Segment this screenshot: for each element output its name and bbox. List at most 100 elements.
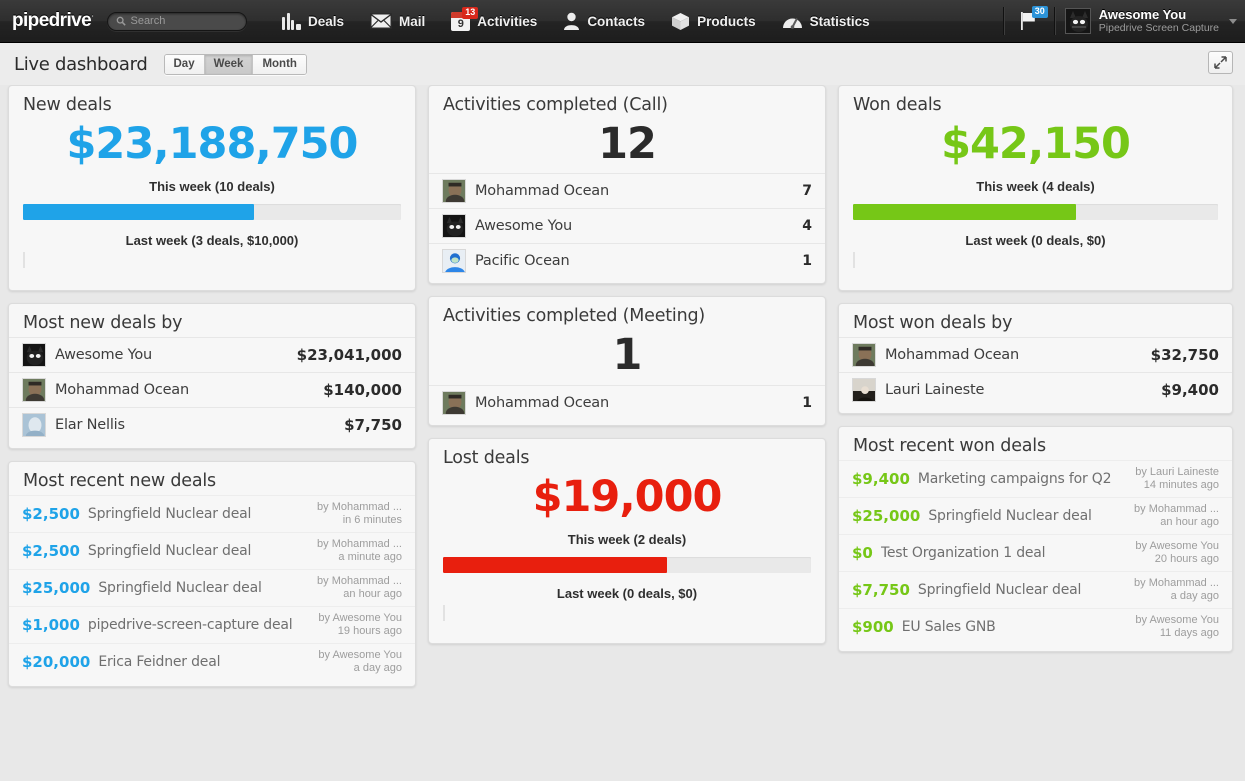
list-item[interactable]: $25,000 Springfield Nuclear deal by Moha… xyxy=(839,497,1232,534)
nav-item-statistics[interactable]: Statistics xyxy=(769,0,883,43)
nav-item-contacts[interactable]: Contacts xyxy=(550,0,658,43)
deal-meta: by Awesome You a day ago xyxy=(318,649,402,675)
new-deals-last-week-bar xyxy=(23,252,401,269)
panel-title-lost-deals: Lost deals xyxy=(443,447,530,468)
row-value: 7 xyxy=(802,183,812,200)
lost-deals-progress-bar xyxy=(443,557,811,574)
deal-amount: $900 xyxy=(852,618,894,637)
row-value: $7,750 xyxy=(344,416,402,435)
range-day[interactable]: Day xyxy=(164,54,205,74)
deal-time: 14 minutes ago xyxy=(1143,479,1219,492)
nav-label-statistics: Statistics xyxy=(809,13,870,29)
chevron-down-icon[interactable] xyxy=(1229,18,1237,24)
calendar-icon: 9 13 xyxy=(451,6,479,31)
deal-amount: $2,500 xyxy=(22,505,80,524)
row-name: Awesome You xyxy=(55,347,152,364)
nav-item-products[interactable]: Products xyxy=(658,0,769,43)
range-month[interactable]: Month xyxy=(253,54,306,74)
list-item[interactable]: $7,750 Springfield Nuclear deal by Moham… xyxy=(839,571,1232,608)
won-deals-progress-bar xyxy=(853,204,1218,221)
list-item[interactable]: $25,000 Springfield Nuclear deal by Moha… xyxy=(9,569,415,606)
deal-amount: $0 xyxy=(852,544,873,563)
deal-time: 20 hours ago xyxy=(1154,553,1219,566)
table-row[interactable]: Awesome You $23,041,000 xyxy=(9,337,415,372)
brand-tm: · xyxy=(91,10,94,21)
deal-title: Springfield Nuclear deal xyxy=(928,508,1092,525)
search-input[interactable]: Search xyxy=(107,11,248,31)
panel-title-most-new-deals-by: Most new deals by xyxy=(23,313,183,334)
man-avatar xyxy=(852,343,876,368)
deal-title: Springfield Nuclear deal xyxy=(917,582,1082,599)
nav-item-deals[interactable]: Deals xyxy=(269,0,357,43)
lost-deals-this-week: This week (2 deals) xyxy=(567,532,687,548)
row-name: Mohammad Ocean xyxy=(475,183,609,200)
page-title: Live dashboard xyxy=(14,53,148,75)
row-name: Elar Nellis xyxy=(55,417,125,434)
deal-time: a day ago xyxy=(1170,590,1219,603)
photo-avatar xyxy=(852,378,876,403)
person-icon xyxy=(563,12,580,30)
deal-meta: by Lauri Laineste 14 minutes ago xyxy=(1135,466,1219,492)
deal-amount: $7,750 xyxy=(852,581,910,600)
user-company: Pipedrive Screen Capture xyxy=(1098,22,1219,34)
deal-meta: by Mohammad ... an hour ago xyxy=(1134,503,1219,529)
deal-title: Test Organization 1 deal xyxy=(880,545,1046,562)
nav-label-products: Products xyxy=(697,13,756,29)
nav-label-mail: Mail xyxy=(399,13,426,29)
table-row[interactable]: Mohammad Ocean $140,000 xyxy=(9,372,415,407)
nav-divider-2 xyxy=(1053,7,1055,35)
envelope-icon xyxy=(370,13,392,29)
cat-avatar xyxy=(442,214,466,239)
nav-item-mail[interactable]: Mail xyxy=(357,0,438,43)
deal-title: Springfield Nuclear deal xyxy=(87,543,252,560)
deal-time: an hour ago xyxy=(343,588,402,601)
deals-bars-icon xyxy=(282,12,301,30)
row-value: $23,041,000 xyxy=(296,346,402,365)
expand-button[interactable] xyxy=(1208,51,1233,74)
man-avatar xyxy=(442,390,466,415)
new-deals-this-week: This week (10 deals) xyxy=(149,179,275,195)
list-item[interactable]: $1,000 pipedrive-screen-capture deal by … xyxy=(9,606,415,643)
deal-author: by Awesome You xyxy=(1135,540,1219,553)
deal-meta: by Mohammad ... a minute ago xyxy=(317,538,402,564)
table-row[interactable]: Mohammad Ocean $32,750 xyxy=(839,337,1232,372)
list-item[interactable]: $2,500 Springfield Nuclear deal by Moham… xyxy=(9,495,415,532)
gauge-icon xyxy=(782,13,803,29)
list-item[interactable]: $2,500 Springfield Nuclear deal by Moham… xyxy=(9,532,415,569)
notifications-flag-button[interactable]: 30 xyxy=(1008,0,1050,43)
deal-meta: by Mohammad ... in 6 minutes xyxy=(317,501,402,527)
pipedrive-logo[interactable]: pipedrive· xyxy=(12,10,94,32)
nav-item-activities[interactable]: 9 13 Activities xyxy=(438,0,550,43)
deal-amount: $1,000 xyxy=(22,616,80,635)
table-row[interactable]: Pacific Ocean 1 xyxy=(429,243,825,278)
cat-avatar xyxy=(22,343,46,368)
list-item[interactable]: $900 EU Sales GNB by Awesome You 11 days… xyxy=(839,608,1232,645)
row-name: Mohammad Ocean xyxy=(885,347,1019,364)
man-avatar xyxy=(22,378,46,403)
list-item[interactable]: $9,400 Marketing campaigns for Q2 by Lau… xyxy=(839,460,1232,497)
deal-time: a minute ago xyxy=(338,551,402,564)
activities-meeting-value: 1 xyxy=(612,330,643,381)
panel-most-recent-new-deals: Most recent new deals $2,500 Springfield… xyxy=(8,461,416,688)
table-row[interactable]: Mohammad Ocean 7 xyxy=(429,173,825,208)
row-value: $9,400 xyxy=(1161,381,1219,400)
deal-author: by Awesome You xyxy=(1135,614,1219,627)
list-item[interactable]: $20,000 Erica Feidner deal by Awesome Yo… xyxy=(9,643,415,680)
top-navigation-bar: pipedrive· Search Deals Mail 9 13 Activi… xyxy=(0,0,1245,43)
row-value: 1 xyxy=(802,394,812,411)
table-row[interactable]: Mohammad Ocean 1 xyxy=(429,384,825,420)
deal-meta: by Awesome You 11 days ago xyxy=(1135,614,1219,640)
range-week[interactable]: Week xyxy=(204,54,254,74)
panel-most-won-deals-by: Most won deals by Mohammad Ocean $32,750… xyxy=(838,303,1233,415)
deal-amount: $20,000 xyxy=(22,653,91,672)
table-row[interactable]: Lauri Laineste $9,400 xyxy=(839,372,1232,407)
column-middle: Activities completed (Call) 12 Mohammad … xyxy=(428,85,826,645)
activities-badge: 13 xyxy=(462,6,479,19)
list-item[interactable]: $0 Test Organization 1 deal by Awesome Y… xyxy=(839,534,1232,571)
user-menu[interactable]: Awesome You Pipedrive Screen Capture xyxy=(1059,0,1245,43)
table-row[interactable]: Elar Nellis $7,750 xyxy=(9,407,415,442)
table-row[interactable]: Awesome You 4 xyxy=(429,208,825,243)
panel-title-activities-meeting: Activities completed (Meeting) xyxy=(443,306,706,327)
search-icon xyxy=(117,16,127,26)
new-deals-value: $23,188,750 xyxy=(66,119,359,169)
